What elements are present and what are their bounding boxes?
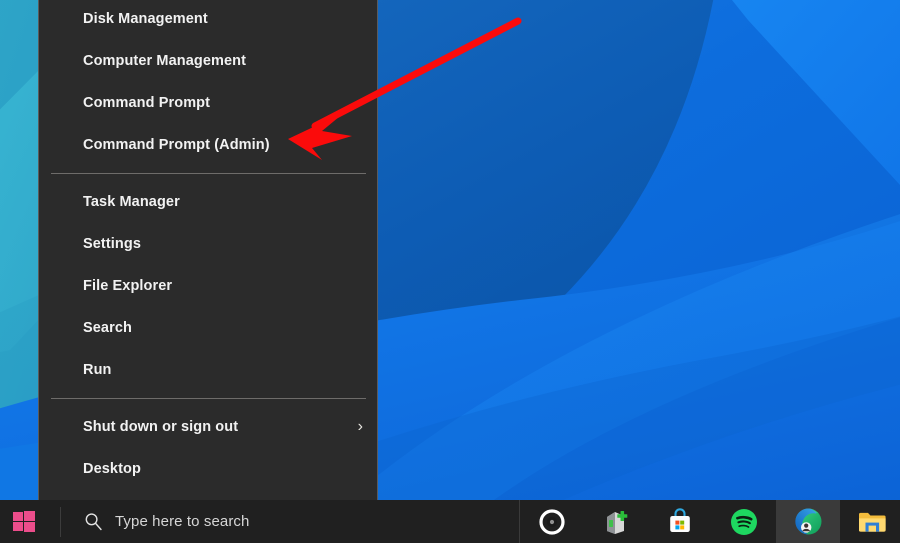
taskbar-button-file-explorer[interactable]: [840, 500, 900, 543]
taskbar[interactable]: Type here to search: [0, 500, 900, 543]
menu-separator-2: [51, 398, 366, 399]
menu-group-session: Shut down or sign out › Desktop: [39, 406, 377, 490]
menu-item-label: Command Prompt: [83, 95, 211, 111]
menu-item-settings[interactable]: Settings: [39, 223, 377, 265]
menu-item-command-prompt[interactable]: Command Prompt: [39, 82, 377, 124]
menu-item-computer-management[interactable]: Computer Management: [39, 40, 377, 82]
menu-separator-1: [51, 173, 366, 174]
menu-item-label: Computer Management: [83, 53, 247, 69]
start-button[interactable]: [0, 500, 48, 543]
menu-item-label: Search: [83, 320, 132, 336]
microsoft-store-icon: [670, 507, 690, 532]
menu-item-search[interactable]: Search: [39, 307, 377, 349]
menu-item-desktop[interactable]: Desktop: [39, 448, 377, 490]
search-input[interactable]: Type here to search: [61, 500, 519, 543]
taskbar-icon-group: [520, 500, 900, 543]
file-explorer-icon: [859, 512, 886, 532]
remote-desktop-icon: [607, 510, 628, 534]
menu-item-task-manager[interactable]: Task Manager: [39, 181, 377, 223]
taskbar-button-microsoft-store[interactable]: [648, 500, 712, 543]
menu-item-label: File Explorer: [83, 278, 173, 294]
cortana-icon: [539, 508, 565, 535]
chevron-right-icon: ›: [357, 418, 363, 435]
menu-item-label: Shut down or sign out: [83, 419, 239, 435]
menu-item-label: Task Manager: [83, 194, 180, 210]
menu-item-label: Desktop: [83, 461, 141, 477]
menu-item-disk-management[interactable]: Disk Management: [39, 0, 377, 40]
menu-item-label: Run: [83, 362, 112, 378]
search-icon: [85, 513, 102, 531]
menu-group-apps: Task Manager Settings File Explorer Sear…: [39, 181, 377, 391]
menu-group-system-tools: Disk Management Computer Management Comm…: [39, 0, 377, 166]
search-placeholder: Type here to search: [115, 513, 250, 530]
menu-item-shut-down-or-sign-out[interactable]: Shut down or sign out ›: [39, 406, 377, 448]
menu-item-label: Settings: [83, 236, 141, 252]
taskbar-button-spotify[interactable]: [712, 500, 776, 543]
menu-item-file-explorer[interactable]: File Explorer: [39, 265, 377, 307]
taskbar-button-microsoft-edge[interactable]: [776, 500, 840, 543]
taskbar-button-cortana[interactable]: [520, 500, 584, 543]
menu-item-run[interactable]: Run: [39, 349, 377, 391]
power-user-menu[interactable]: Disk Management Computer Management Comm…: [38, 0, 378, 506]
menu-item-label: Command Prompt (Admin): [83, 137, 270, 153]
desktop-screen: Disk Management Computer Management Comm…: [0, 0, 900, 543]
spotify-icon: [731, 508, 757, 535]
windows-logo-icon: [13, 510, 35, 532]
microsoft-edge-icon: [794, 508, 821, 535]
menu-item-command-prompt-admin[interactable]: Command Prompt (Admin): [39, 124, 377, 166]
menu-item-label: Disk Management: [83, 11, 208, 27]
taskbar-button-remote-desktop[interactable]: [584, 500, 648, 543]
